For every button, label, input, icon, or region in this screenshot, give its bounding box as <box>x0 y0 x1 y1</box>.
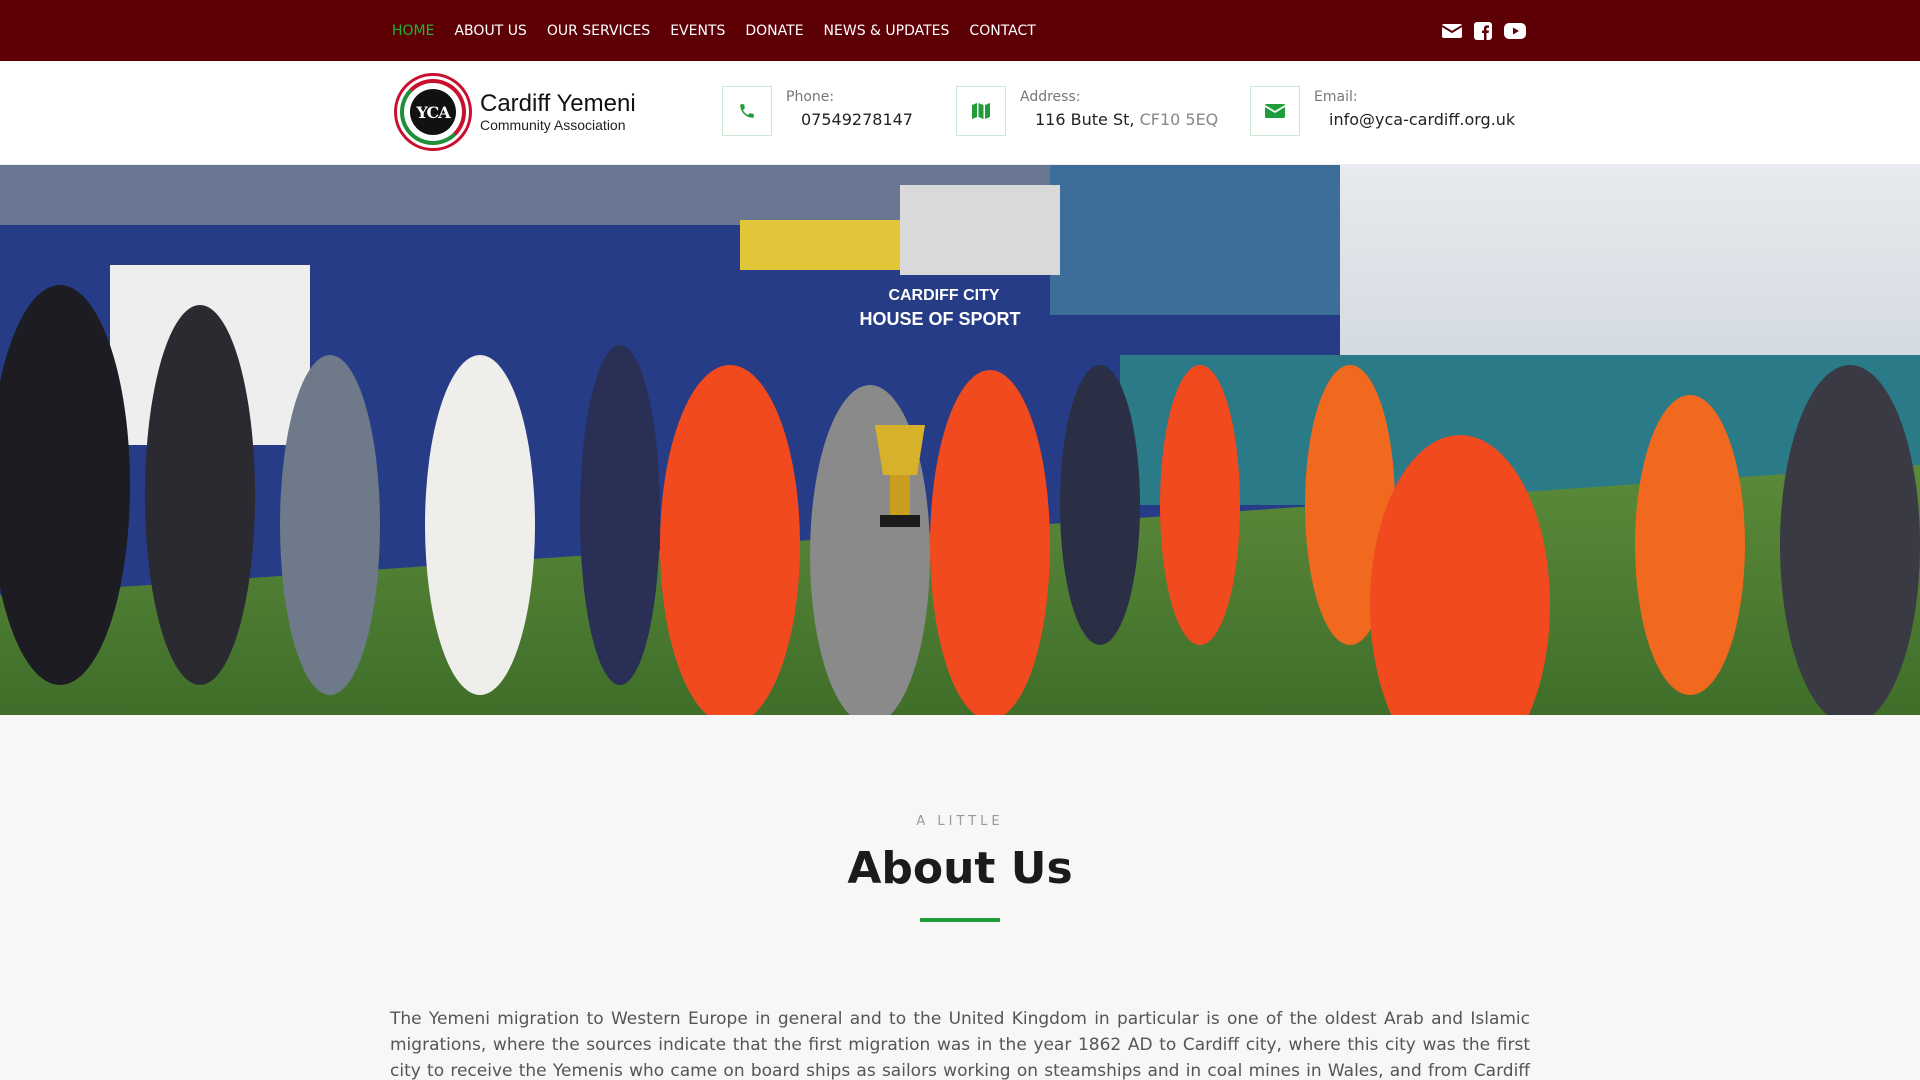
phone-icon <box>722 86 772 136</box>
logo-emblem-text: YCA <box>410 89 456 135</box>
hero-sign-line2: HOUSE OF SPORT <box>859 309 1020 329</box>
address-street: 116 Bute St, <box>1035 110 1135 129</box>
nav-events[interactable]: EVENTS <box>670 23 725 39</box>
nav-donate[interactable]: DONATE <box>745 23 803 39</box>
nav-about-us[interactable]: ABOUT US <box>454 23 526 39</box>
email-info: Email: info@yca-cardiff.org.uk <box>1250 86 1515 136</box>
envelope-icon[interactable] <box>1442 23 1462 39</box>
hero-sign-line1: CARDIFF CITY <box>888 287 999 304</box>
address-info: Address: 116 Bute St, CF10 5EQ <box>956 86 1218 136</box>
top-navigation-bar: HOME ABOUT US OUR SERVICES EVENTS DONATE… <box>0 0 1920 61</box>
social-links <box>1442 21 1530 40</box>
about-title: About Us <box>847 843 1073 894</box>
about-paragraph: The Yemeni migration to Western Europe i… <box>390 1009 1530 1080</box>
nav-news-updates[interactable]: NEWS & UPDATES <box>824 23 950 39</box>
address-value: 116 Bute St, CF10 5EQ <box>1020 110 1218 129</box>
youtube-icon[interactable] <box>1504 22 1526 39</box>
logo-name: Cardiff Yemeni <box>480 90 636 117</box>
email-label: Email: <box>1314 89 1358 105</box>
email-value[interactable]: info@yca-cardiff.org.uk <box>1314 110 1515 129</box>
main-nav: HOME ABOUT US OUR SERVICES EVENTS DONATE… <box>392 23 1056 39</box>
title-divider <box>920 918 1000 922</box>
phone-value[interactable]: 07549278147 <box>786 110 913 129</box>
map-icon <box>956 86 1006 136</box>
nav-our-services[interactable]: OUR SERVICES <box>547 23 650 39</box>
about-section: A LITTLE About Us The Yemeni migration t… <box>0 715 1920 1080</box>
logo-subtitle: Community Association <box>480 117 626 133</box>
site-header: YCA Cardiff Yemeni Community Association… <box>0 61 1920 165</box>
logo-emblem: YCA <box>394 73 472 151</box>
facebook-icon[interactable] <box>1474 21 1492 40</box>
phone-label: Phone: <box>786 89 835 105</box>
address-label: Address: <box>1020 89 1081 105</box>
phone-info: Phone: 07549278147 <box>722 86 913 136</box>
address-postcode: CF10 5EQ <box>1139 110 1219 129</box>
about-kicker: A LITTLE <box>916 814 1004 829</box>
email-icon <box>1250 86 1300 136</box>
nav-contact[interactable]: CONTACT <box>969 23 1035 39</box>
nav-home[interactable]: HOME <box>392 23 434 39</box>
site-logo[interactable]: YCA Cardiff Yemeni Community Association <box>394 73 636 151</box>
hero-image: CARDIFF CITY HOUSE OF SPORT <box>0 165 1920 715</box>
